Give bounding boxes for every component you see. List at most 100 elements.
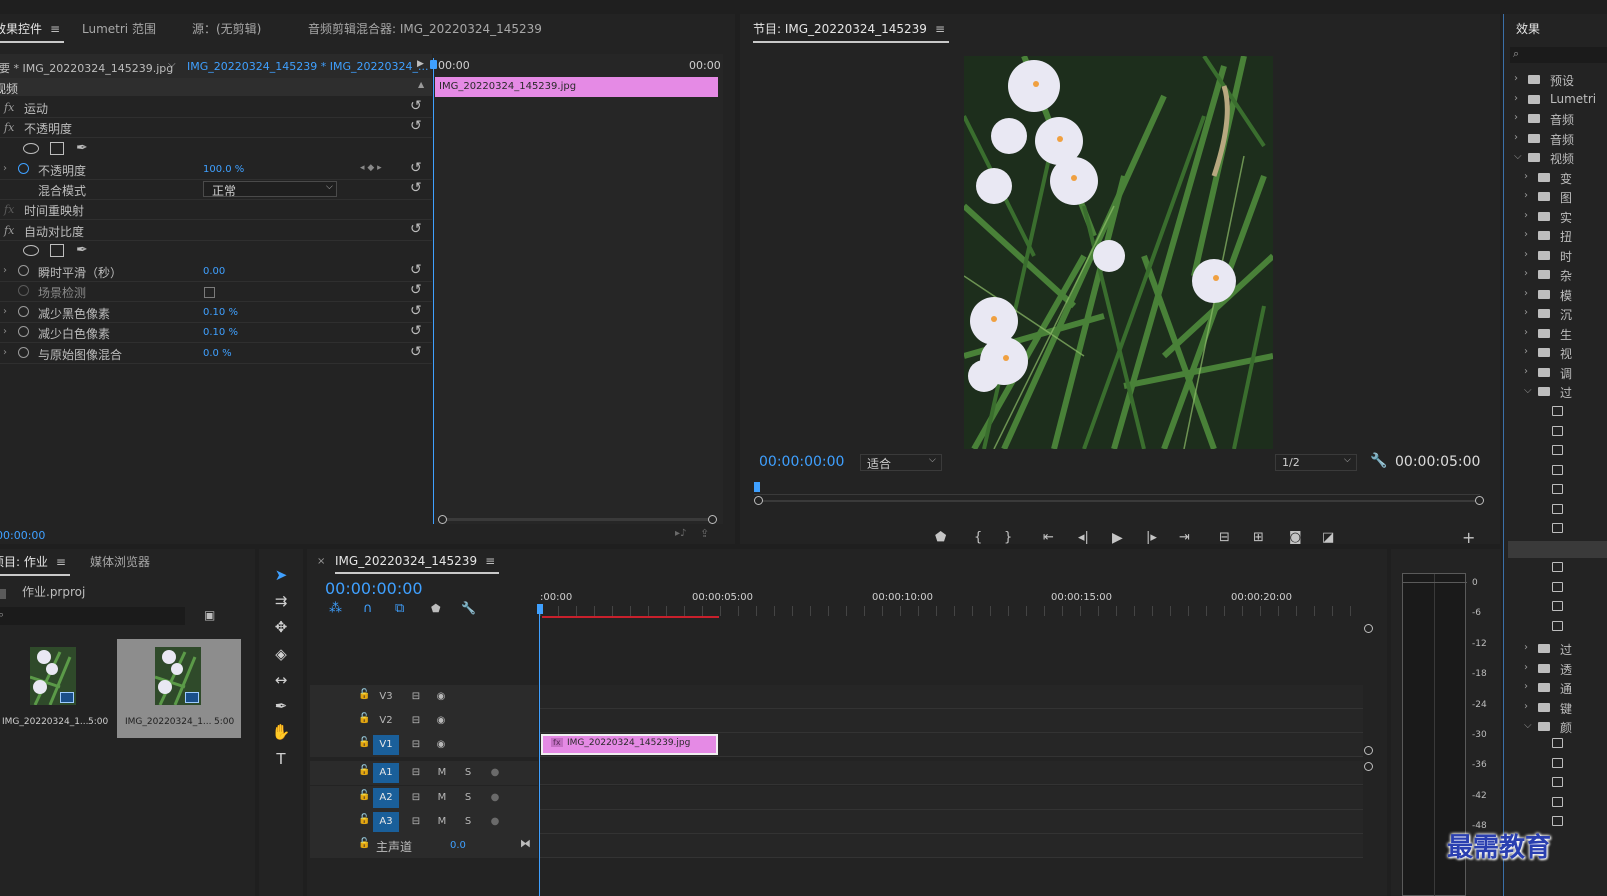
sync-lock-icon[interactable]: ⊟ [403, 788, 429, 808]
pen-icon[interactable]: ✒ [270, 697, 292, 719]
ellipse-mask-icon[interactable] [23, 245, 39, 256]
mute-button[interactable]: M [429, 788, 455, 808]
eye-icon[interactable]: ◉ [428, 711, 454, 731]
chevron-right-icon[interactable]: › [1524, 190, 1528, 201]
effects-tree-item[interactable]: › 模 [1508, 285, 1572, 305]
chevron-right-icon[interactable]: › [1514, 73, 1518, 84]
preset-clip-icon[interactable] [1552, 581, 1563, 592]
fx-icon[interactable]: fx [4, 121, 14, 134]
effects-tree-item[interactable]: › 音频 [1508, 109, 1574, 129]
add-marker-icon[interactable]: ⬟ [431, 602, 441, 615]
track-target-a1[interactable]: A1 [373, 763, 399, 783]
preset-clip-icon[interactable] [1552, 562, 1563, 572]
stopwatch-icon[interactable] [18, 265, 29, 276]
keyframe-nav-icon[interactable]: ◂ ◆ ▸ [360, 163, 382, 173]
mic-icon[interactable]: ● [482, 812, 508, 832]
linked-selection-icon[interactable]: ⧉ [395, 601, 404, 616]
rectangle-mask-icon[interactable] [50, 244, 64, 257]
chevron-right-icon[interactable]: › [1524, 210, 1528, 221]
timeline-playhead-handle[interactable] [537, 604, 543, 614]
wrench-icon[interactable]: 🔧 [1370, 453, 1387, 469]
preset-clip-icon[interactable] [1552, 738, 1563, 748]
mini-zoom-scrollbar[interactable] [438, 515, 717, 524]
play-triangle-icon[interactable]: ▶ [417, 59, 424, 69]
effects-tree-item[interactable]: › 时 [1508, 246, 1572, 266]
lane-a3[interactable] [540, 810, 1363, 834]
property-value[interactable]: 0.0 % [203, 348, 232, 359]
property-value[interactable]: 0.10 % [203, 327, 238, 338]
scroll-handle-right[interactable] [708, 515, 717, 524]
lock-icon[interactable]: 🔓 [358, 790, 370, 801]
preset-clip-icon[interactable] [1552, 503, 1563, 514]
preset-clip-icon[interactable] [1552, 425, 1563, 436]
eye-icon[interactable]: ◉ [428, 735, 454, 755]
property-row-opacity[interactable]: › 不透明度 100.0 % ◂ ◆ ▸ ↺ [0, 160, 432, 180]
reset-icon[interactable]: ↺ [410, 282, 422, 298]
razor-icon[interactable]: ◈ [270, 645, 292, 667]
chevron-down-icon[interactable]: ⌵ [168, 59, 176, 70]
tab-lumetri-scopes[interactable]: Lumetri 范围 [82, 20, 156, 37]
reset-icon[interactable]: ↺ [410, 262, 422, 278]
chevron-right-icon[interactable]: › [1524, 327, 1528, 338]
mic-icon[interactable]: ● [482, 763, 508, 783]
mic-icon[interactable]: ● [482, 788, 508, 808]
program-timecode[interactable]: 00:00:00:00 [759, 454, 844, 470]
preset-clip-icon[interactable] [1552, 777, 1563, 787]
track-target-v1[interactable]: V1 [373, 735, 399, 755]
reset-icon[interactable]: ↺ [410, 118, 422, 134]
go-to-end-icon[interactable]: ⧓ [520, 837, 531, 850]
track-target-v2[interactable]: V2 [373, 711, 399, 731]
preset-clip-icon[interactable] [1552, 406, 1563, 416]
property-row-reduce-black[interactable]: › 减少黑色像素 0.10 % ↺ [0, 303, 432, 323]
reset-icon[interactable]: ↺ [410, 303, 422, 319]
sync-lock-icon[interactable]: ⊟ [403, 687, 429, 707]
effects-tree-item[interactable]: › 杂 [1508, 265, 1572, 285]
settings-wrench-icon[interactable]: 🔧 [461, 601, 476, 615]
chevron-right-icon[interactable]: › [1524, 307, 1528, 318]
compare-icon[interactable]: ◪ [1322, 530, 1334, 544]
extract-icon[interactable]: ⊞ [1253, 530, 1264, 544]
chevron-down-icon[interactable]: ⌵ [1524, 385, 1532, 396]
program-video-frame[interactable] [964, 56, 1273, 449]
project-item[interactable]: IMG_20220324_1... 5:00 [117, 639, 241, 738]
go-to-out-icon[interactable]: ⇥ [1179, 530, 1190, 544]
tab-audio-clip-mixer[interactable]: 音频剪辑混合器: IMG_20220324_145239 [308, 20, 542, 37]
effects-tree-item[interactable]: ⌵ 颜 [1508, 717, 1572, 737]
effects-tree-item[interactable]: ⌵ 视频 [1508, 148, 1574, 168]
reset-icon[interactable]: ↺ [410, 344, 422, 360]
reset-icon[interactable]: ↺ [410, 221, 422, 237]
lock-icon[interactable]: 🔓 [358, 713, 370, 724]
menu-icon[interactable]: ≡ [485, 554, 495, 568]
chevron-right-icon[interactable]: › [3, 265, 7, 276]
tab-project[interactable]: 项目: 作业 ≡ [0, 553, 70, 576]
go-to-in-icon[interactable]: ⇤ [1043, 530, 1054, 544]
lane-a2[interactable] [540, 786, 1363, 810]
effects-tree-item[interactable]: › 调 [1508, 363, 1572, 383]
tab-sequence[interactable]: IMG_20220324_145239 ≡ [335, 554, 500, 574]
text-tool-icon[interactable]: T [270, 750, 292, 772]
chevron-right-icon[interactable]: › [3, 163, 7, 174]
chevron-right-icon[interactable]: › [1524, 662, 1528, 673]
chevron-right-icon[interactable]: › [3, 326, 7, 337]
ruler-ticks[interactable] [540, 606, 1363, 616]
property-row-blend-original[interactable]: › 与原始图像混合 0.0 % ↺ [0, 344, 432, 364]
opacity-value[interactable]: 100.0 % [203, 164, 244, 175]
ellipse-mask-icon[interactable] [23, 143, 39, 154]
selection-tool-icon[interactable]: ➤ [270, 566, 292, 588]
master-clip-label[interactable]: 主要 * IMG_20220324_145239.jpg [0, 60, 173, 76]
effect-row-motion[interactable]: fx 运动 ↺ [0, 98, 432, 118]
effects-search-input[interactable]: ⌕ [1510, 47, 1607, 63]
effects-tree-item[interactable]: › 透 [1508, 659, 1572, 679]
project-search-input[interactable]: ⌕ [0, 607, 185, 625]
preset-clip-icon[interactable] [1552, 601, 1563, 611]
lock-icon[interactable]: 🔓 [358, 737, 370, 748]
effect-row-opacity[interactable]: fx 不透明度 ↺ [0, 118, 432, 138]
tab-effect-controls[interactable]: 效果控件 ≡ [0, 20, 65, 43]
sync-lock-icon[interactable]: ⊟ [403, 735, 429, 755]
effect-row-time-remap[interactable]: fx 时间重映射 [0, 200, 432, 220]
chevron-right-icon[interactable]: › [1524, 346, 1528, 357]
timeline-timecode[interactable]: 00:00:00:00 [325, 579, 423, 598]
chevron-right-icon[interactable]: › [3, 306, 7, 317]
step-back-icon[interactable]: ◂| [1078, 530, 1089, 544]
preset-clip-icon[interactable] [1552, 796, 1563, 807]
